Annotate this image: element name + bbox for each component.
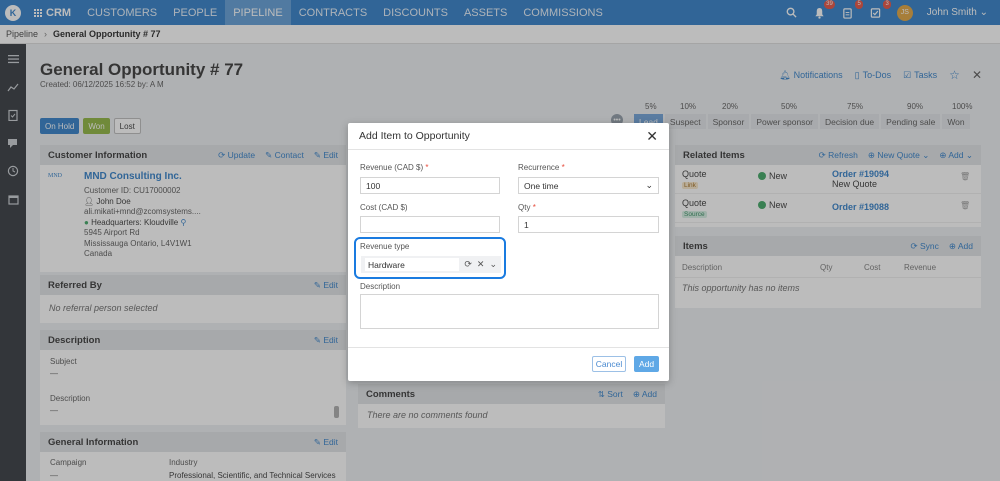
required-mark: * <box>561 163 565 172</box>
required-mark: * <box>425 163 429 172</box>
modal-footer <box>348 347 669 348</box>
qty-label-text: Qty <box>518 203 531 212</box>
cost-label: Cost (CAD $) <box>360 203 408 212</box>
recurrence-select[interactable]: One time ⌄ <box>518 177 659 194</box>
add-button[interactable]: Add <box>634 356 659 372</box>
revenue-label-text: Revenue (CAD $) <box>360 163 424 172</box>
modal-close-icon[interactable]: ✕ <box>646 128 658 145</box>
description-field-label: Description <box>360 282 401 291</box>
chevron-down-icon: ⌄ <box>645 180 653 190</box>
recurrence-label: Recurrence * <box>518 163 565 172</box>
refresh-icon[interactable]: ⟳ <box>464 259 472 270</box>
revenue-label: Revenue (CAD $) * <box>360 163 429 172</box>
clear-icon[interactable]: ✕ <box>477 259 485 270</box>
modal-header: Add Item to Opportunity ✕ <box>348 123 669 150</box>
revenue-type-select[interactable]: Hardware ⟳ ✕ ⌄ <box>361 256 501 273</box>
revenue-input[interactable]: 100 <box>360 177 500 194</box>
cost-input[interactable] <box>360 216 500 233</box>
revenue-type-label: Revenue type <box>360 242 410 251</box>
modal-title: Add Item to Opportunity <box>359 130 470 142</box>
qty-label: Qty * <box>518 203 536 212</box>
description-textarea[interactable] <box>360 294 659 329</box>
chevron-down-icon[interactable]: ⌄ <box>489 259 497 270</box>
recurrence-value: One time <box>524 180 559 191</box>
cancel-button[interactable]: Cancel <box>592 356 626 372</box>
qty-input[interactable]: 1 <box>518 216 659 233</box>
required-mark: * <box>532 203 536 212</box>
recurrence-label-text: Recurrence <box>518 163 560 172</box>
revenue-type-value: Hardware <box>365 258 459 271</box>
